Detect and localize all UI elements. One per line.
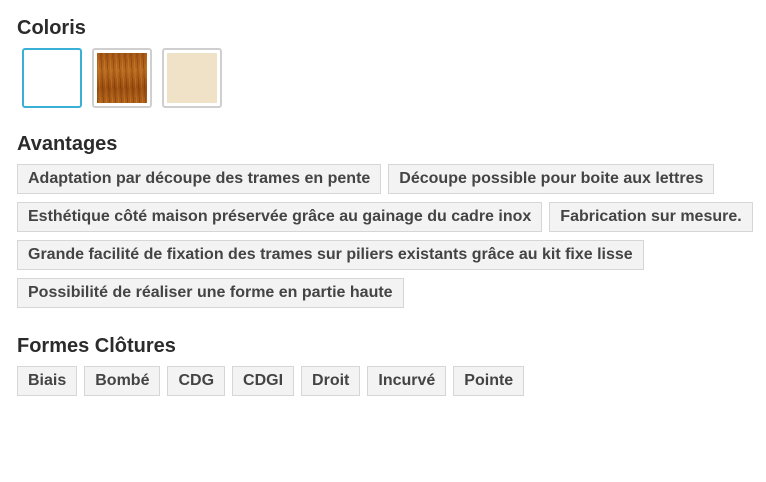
product-options: Coloris Avantages Adaptation par découpe… xyxy=(0,0,766,396)
color-swatch-cream[interactable] xyxy=(162,48,222,108)
forme-tag-pointe[interactable]: Pointe xyxy=(453,366,525,396)
avantage-tag[interactable]: Fabrication sur mesure. xyxy=(549,202,753,232)
avantage-tag[interactable]: Adaptation par découpe des trames en pen… xyxy=(17,164,382,194)
avantage-tag[interactable]: Esthétique côté maison préservée grâce a… xyxy=(17,202,543,232)
avantages-title: Avantages xyxy=(17,133,118,155)
formes-tags: Biais Bombé CDG CDGI Droit Incurvé Point… xyxy=(17,366,762,396)
color-swatches xyxy=(17,48,766,108)
forme-tag-biais[interactable]: Biais xyxy=(17,366,78,396)
forme-tag-incurve[interactable]: Incurvé xyxy=(367,366,447,396)
forme-tag-bombe[interactable]: Bombé xyxy=(84,366,161,396)
swatch-fill-white xyxy=(27,53,77,103)
coloris-title: Coloris xyxy=(17,17,86,39)
avantage-tag[interactable]: Possibilité de réaliser une forme en par… xyxy=(17,278,404,308)
swatch-fill-wood xyxy=(97,53,147,103)
forme-tag-cdg[interactable]: CDG xyxy=(167,366,226,396)
avantage-tag[interactable]: Grande facilité de fixation des trames s… xyxy=(17,240,644,270)
color-swatch-wood[interactable] xyxy=(92,48,152,108)
formes-title: Formes Clôtures xyxy=(17,335,176,357)
forme-tag-droit[interactable]: Droit xyxy=(301,366,361,396)
swatch-fill-cream xyxy=(167,53,217,103)
color-swatch-white[interactable] xyxy=(22,48,82,108)
avantages-tags: Adaptation par découpe des trames en pen… xyxy=(17,164,762,308)
forme-tag-cdgi[interactable]: CDGI xyxy=(232,366,295,396)
avantage-tag[interactable]: Découpe possible pour boite aux lettres xyxy=(388,164,715,194)
